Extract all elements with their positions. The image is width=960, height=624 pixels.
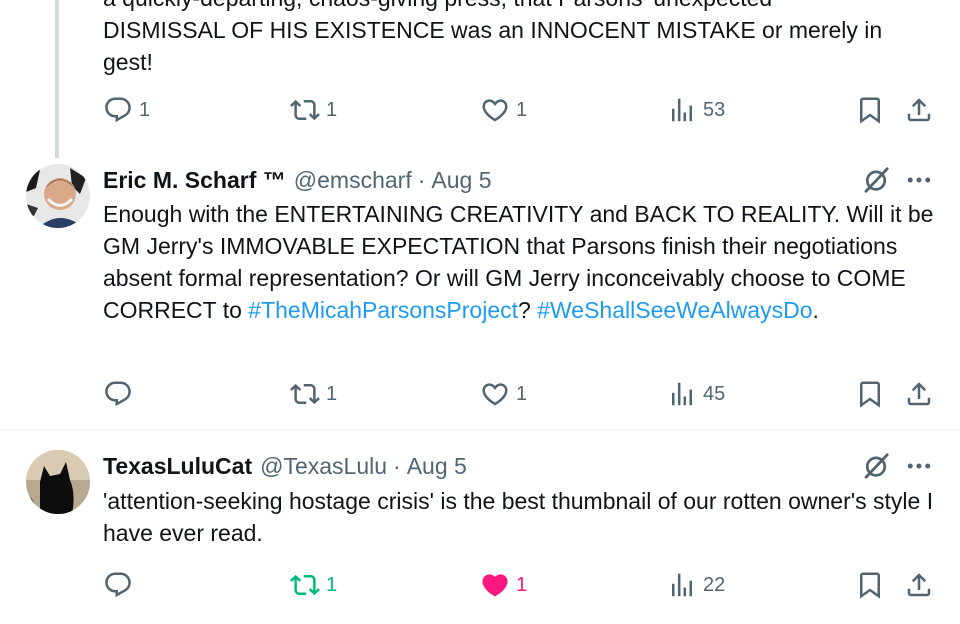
separator: ·	[417, 166, 426, 193]
thread-line	[55, 0, 59, 158]
retweet-button[interactable]: 1	[290, 567, 337, 603]
views-icon	[667, 570, 697, 600]
like-count: 1	[516, 98, 528, 121]
tweet-text: 'attention-seeking hostage crisis' is th…	[103, 488, 934, 546]
reply-icon	[103, 379, 133, 409]
reply-button[interactable]	[103, 376, 139, 412]
avatar[interactable]	[26, 450, 90, 514]
share-button[interactable]	[901, 567, 937, 603]
like-icon	[480, 570, 510, 600]
bookmark-button[interactable]	[852, 92, 888, 128]
bookmark-icon	[855, 379, 885, 409]
avatar[interactable]	[26, 164, 90, 228]
share-button[interactable]	[901, 376, 937, 412]
views-button[interactable]: 45	[667, 376, 725, 412]
retweet-icon	[290, 95, 320, 125]
share-button[interactable]	[901, 92, 937, 128]
author-name[interactable]: Eric M. Scharf ™	[103, 167, 286, 194]
separator: ·	[393, 452, 401, 479]
grok-button[interactable]	[858, 448, 894, 484]
tweet-text-line: DISMISSAL OF HIS EXISTENCE was an INNOCE…	[103, 17, 883, 43]
more-button[interactable]	[901, 162, 937, 198]
tweet-date[interactable]: Aug 5	[407, 453, 467, 480]
reply-icon	[103, 95, 133, 125]
bookmark-icon	[855, 570, 885, 600]
like-button[interactable]: 1	[480, 376, 527, 412]
tweet-text-segment: .	[812, 297, 819, 323]
divider	[0, 429, 960, 430]
tweet-text-segment: ?	[518, 297, 538, 323]
tweet-header: Eric M. Scharf ™ @emscharf · Aug 5	[103, 165, 492, 195]
tweet-text-line: a quickly-departing, chaos-giving press,…	[103, 0, 938, 14]
grok-icon	[861, 451, 891, 481]
grok-icon	[861, 165, 891, 195]
tweet-actions: 1 1 45	[0, 376, 960, 412]
like-count: 1	[516, 382, 528, 405]
avatar-image	[26, 450, 90, 514]
bookmark-button[interactable]	[852, 567, 888, 603]
views-count: 22	[703, 573, 726, 596]
like-icon	[480, 95, 510, 125]
views-icon	[667, 95, 697, 125]
views-icon	[667, 379, 697, 409]
retweet-icon	[290, 570, 320, 600]
bookmark-icon	[855, 95, 885, 125]
reply-button[interactable]	[103, 567, 139, 603]
retweet-count: 1	[326, 573, 338, 596]
like-button[interactable]: 1	[480, 92, 527, 128]
more-button[interactable]	[901, 448, 937, 484]
tweet-actions: 1 1 22	[0, 567, 960, 603]
views-button[interactable]: 53	[667, 92, 725, 128]
like-count: 1	[516, 573, 528, 596]
author-handle[interactable]: @TexasLulu	[260, 453, 387, 480]
hashtag-link[interactable]: #WeShallSeeWeAlwaysDo	[537, 297, 812, 323]
retweet-count: 1	[326, 98, 338, 121]
reply-count: 1	[139, 98, 151, 121]
tweet-text: Enough with the ENTERTAINING CREATIVITY …	[103, 198, 938, 326]
retweet-button[interactable]: 1	[290, 376, 337, 412]
tweet-text-line: gest!	[103, 49, 153, 75]
retweet-button[interactable]: 1	[290, 92, 337, 128]
retweet-icon	[290, 379, 320, 409]
views-count: 53	[703, 98, 726, 121]
tweet-date[interactable]: Aug 5	[431, 167, 491, 194]
share-icon	[904, 95, 934, 125]
retweet-count: 1	[326, 382, 338, 405]
more-icon	[904, 165, 934, 195]
author-name[interactable]: TexasLuluCat	[103, 453, 252, 480]
avatar-image	[26, 164, 90, 228]
tweet-header: TexasLuluCat @TexasLulu · Aug 5	[103, 451, 467, 481]
share-icon	[904, 379, 934, 409]
hashtag-link[interactable]: #TheMicahParsonsProject	[248, 297, 518, 323]
share-icon	[904, 570, 934, 600]
like-icon	[480, 379, 510, 409]
reply-button[interactable]: 1	[103, 92, 150, 128]
views-count: 45	[703, 382, 726, 405]
like-button[interactable]: 1	[480, 567, 527, 603]
more-icon	[904, 451, 934, 481]
views-button[interactable]: 22	[667, 567, 725, 603]
author-handle[interactable]: @emscharf	[294, 167, 412, 194]
reply-icon	[103, 570, 133, 600]
tweet-actions: 1 1 1 53	[0, 92, 960, 128]
tweet-text: a quickly-departing, chaos-giving press,…	[103, 0, 938, 78]
bookmark-button[interactable]	[852, 376, 888, 412]
grok-button[interactable]	[858, 162, 894, 198]
